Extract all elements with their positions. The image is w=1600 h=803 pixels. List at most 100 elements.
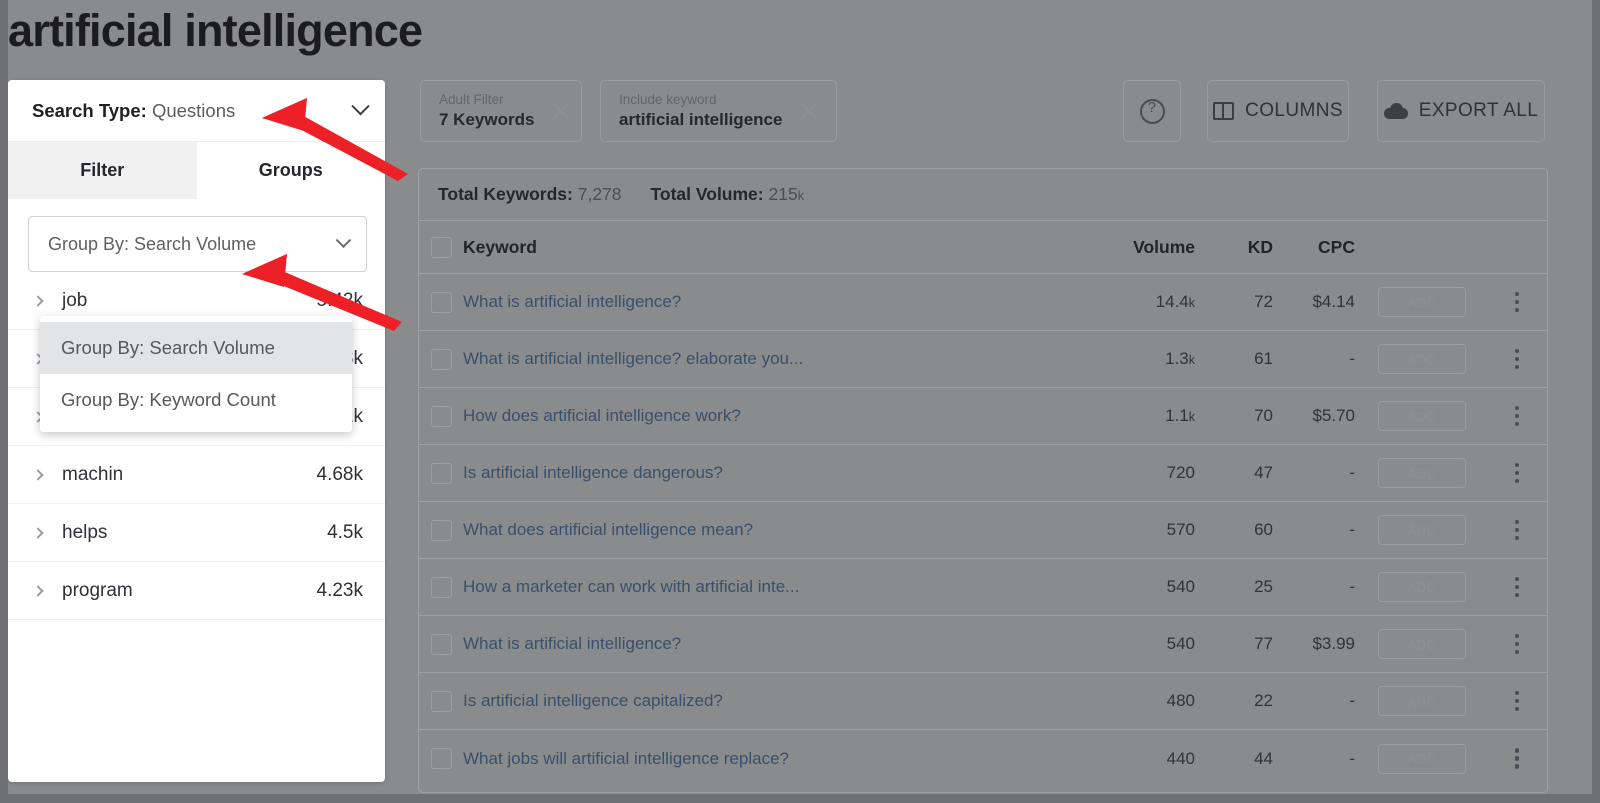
row-checkbox[interactable] <box>430 405 452 427</box>
keyword-link[interactable]: What jobs will artificial intelligence r… <box>463 749 789 768</box>
add-button[interactable]: ADD <box>1378 287 1466 317</box>
add-button[interactable]: ADD <box>1378 572 1466 602</box>
add-button[interactable]: ADD <box>1378 515 1466 545</box>
add-button[interactable]: ADD <box>1378 629 1466 659</box>
column-header-kd[interactable]: KD <box>1195 237 1273 258</box>
row-checkbox[interactable] <box>430 519 452 541</box>
table-row[interactable]: Is artificial intelligence dangerous? 720… <box>419 445 1547 502</box>
cpc-cell: - <box>1349 520 1355 539</box>
kd-cell: 25 <box>1254 577 1273 596</box>
keyword-link[interactable]: Is artificial intelligence capitalized? <box>463 691 723 710</box>
table-header-row: Keyword Volume KD CPC <box>419 221 1547 274</box>
totals-bar: Total Keywords: 7,278 Total Volume: 215k <box>419 169 1547 221</box>
search-type-value: Questions <box>151 99 236 121</box>
menu-item-group-by-search-volume[interactable]: Group By: Search Volume <box>40 322 352 374</box>
keyword-link[interactable]: What is artificial intelligence? <box>463 292 681 311</box>
keyword-link[interactable]: How a marketer can work with artificial … <box>463 577 799 596</box>
filter-chip-include-keyword[interactable]: Include keyword artificial intelligence <box>600 80 837 142</box>
export-all-button[interactable]: EXPORT ALL <box>1377 80 1545 142</box>
keyword-cell: What jobs will artificial intelligence r… <box>463 749 1067 769</box>
more-options-icon[interactable] <box>1514 348 1520 370</box>
more-options-icon[interactable] <box>1514 748 1520 769</box>
volume-value: 480 <box>1166 691 1195 710</box>
cpc-cell: - <box>1349 577 1355 596</box>
column-header-keyword[interactable]: Keyword <box>463 237 1067 258</box>
tab-groups[interactable]: Groups <box>196 142 385 199</box>
search-type-dropdown[interactable]: Search Type: Questions <box>8 80 385 142</box>
add-button[interactable]: ADD <box>1378 401 1466 431</box>
row-menu-cell <box>1487 291 1547 313</box>
cpc-cell: $3.99 <box>1312 634 1355 653</box>
table-row[interactable]: How does artificial intelligence work? 1.… <box>419 388 1547 445</box>
columns-button[interactable]: COLUMNS <box>1207 80 1349 142</box>
column-header-cpc[interactable]: CPC <box>1273 237 1357 258</box>
row-select-cell <box>419 348 463 370</box>
total-keywords-label: Total Keywords: <box>438 184 573 204</box>
close-icon[interactable] <box>798 100 820 122</box>
table-row[interactable]: Is artificial intelligence capitalized? 4… <box>419 673 1547 730</box>
more-options-icon[interactable] <box>1514 690 1520 712</box>
chip-text: Adult Filter 7 Keywords <box>439 92 534 130</box>
keyword-link[interactable]: Is artificial intelligence dangerous? <box>463 463 723 482</box>
add-button[interactable]: ADD <box>1378 458 1466 488</box>
row-checkbox[interactable] <box>430 576 452 598</box>
volume-cell: 720 <box>1067 463 1195 483</box>
row-checkbox[interactable] <box>430 633 452 655</box>
chip-text: Include keyword artificial intelligence <box>619 92 782 130</box>
chip-value: artificial intelligence <box>619 110 783 129</box>
more-options-icon[interactable] <box>1514 519 1520 541</box>
tab-filter[interactable]: Filter <box>8 142 197 199</box>
more-options-icon[interactable] <box>1514 576 1520 598</box>
row-select-cell <box>419 462 463 484</box>
row-checkbox[interactable] <box>430 690 452 712</box>
table-row[interactable]: What does artificial intelligence mean? 5… <box>419 502 1547 559</box>
add-button[interactable]: ADD <box>1378 344 1466 374</box>
total-keywords: Total Keywords: 7,278 <box>438 184 622 205</box>
keyword-cell: How does artificial intelligence work? <box>463 406 1067 426</box>
more-options-icon[interactable] <box>1514 633 1520 655</box>
row-checkbox[interactable] <box>430 462 452 484</box>
add-button[interactable]: ADD <box>1378 686 1466 716</box>
column-header-volume[interactable]: Volume <box>1067 237 1195 258</box>
more-options-icon[interactable] <box>1514 462 1520 484</box>
kd-cell: 61 <box>1254 349 1273 368</box>
close-icon[interactable] <box>550 100 572 122</box>
keyword-link[interactable]: What does artificial intelligence mean? <box>463 520 753 539</box>
table-row[interactable]: How a marketer can work with artificial … <box>419 559 1547 616</box>
table-row[interactable]: What jobs will artificial intelligence r… <box>419 730 1547 787</box>
filter-chip-adult-filter[interactable]: Adult Filter 7 Keywords <box>420 80 582 142</box>
more-options-icon[interactable] <box>1514 405 1520 427</box>
cpc-cell: - <box>1349 691 1355 710</box>
help-button[interactable] <box>1123 80 1181 142</box>
total-volume-value: 215 <box>768 184 798 204</box>
select-all-checkbox[interactable] <box>430 236 452 258</box>
keyword-link[interactable]: How does artificial intelligence work? <box>463 406 741 425</box>
keyword-cell: Is artificial intelligence capitalized? <box>463 691 1067 711</box>
row-select-cell <box>419 633 463 655</box>
add-cell: ADD <box>1357 572 1487 602</box>
group-by-select[interactable]: Group By: Search Volume <box>28 216 367 272</box>
chevron-down-icon <box>335 231 352 248</box>
keyword-link[interactable]: What is artificial intelligence? elabora… <box>463 349 803 368</box>
group-count: 5.42k <box>316 289 363 311</box>
volume-value: 1.3 <box>1165 349 1189 368</box>
cloud-download-icon <box>1383 102 1408 120</box>
table-row[interactable]: What is artificial intelligence? 14.4k 72 $… <box>419 274 1547 331</box>
group-list-item[interactable]: machin 4.68k <box>8 446 385 504</box>
keyword-link[interactable]: What is artificial intelligence? <box>463 634 681 653</box>
volume-value: 570 <box>1166 520 1195 539</box>
more-options-icon[interactable] <box>1514 291 1520 313</box>
group-name: helps <box>62 521 108 543</box>
row-checkbox[interactable] <box>430 291 452 313</box>
row-checkbox[interactable] <box>430 348 452 370</box>
table-row[interactable]: What is artificial intelligence? elabora… <box>419 331 1547 388</box>
table-row[interactable]: What is artificial intelligence? 540 77 $3.… <box>419 616 1547 673</box>
group-list-item[interactable]: program 4.23k <box>8 562 385 620</box>
menu-item-group-by-keyword-count[interactable]: Group By: Keyword Count <box>40 374 352 426</box>
group-list-item[interactable]: helps 4.5k <box>8 504 385 562</box>
add-button[interactable]: ADD <box>1378 743 1466 774</box>
table-body: What is artificial intelligence? 14.4k 72 $… <box>419 274 1547 787</box>
volume-cell: 440 <box>1067 749 1195 769</box>
row-checkbox[interactable] <box>430 748 452 769</box>
cpc-cell: - <box>1349 349 1355 368</box>
